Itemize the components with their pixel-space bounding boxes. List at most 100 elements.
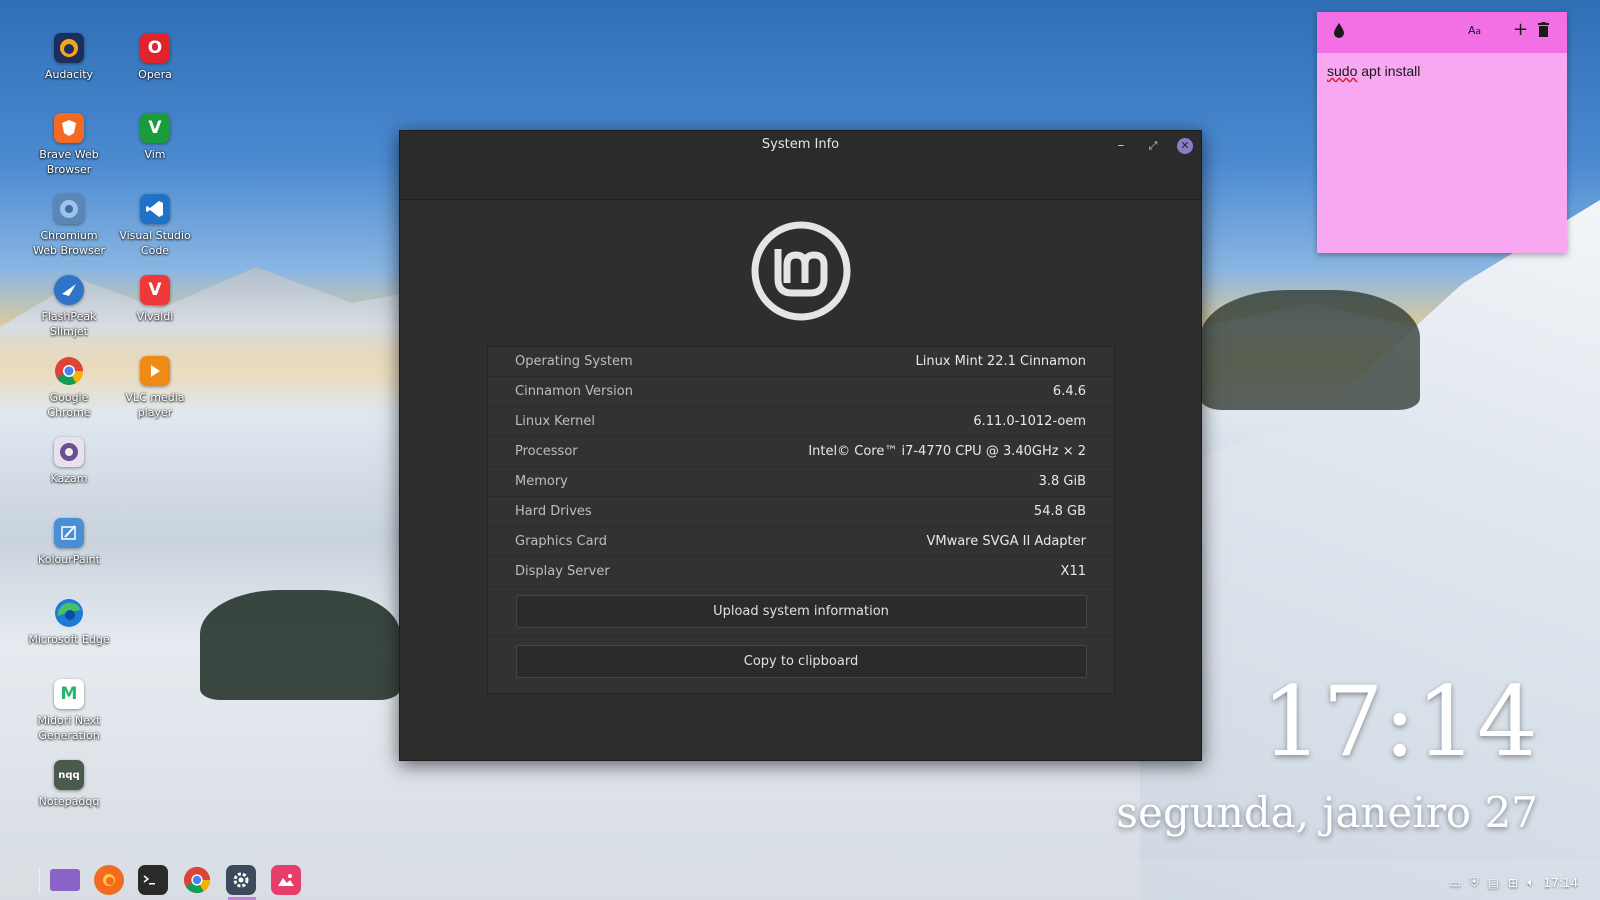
system-info-table: Operating System Linux Mint 22.1 Cinnamo… xyxy=(487,346,1115,694)
network-icon[interactable]: ⊞ xyxy=(1508,876,1518,890)
kazam-icon xyxy=(54,437,84,467)
desktop-icon-midori[interactable]: M Midori Next Generation xyxy=(27,679,111,743)
desktop-icon-label: Midori Next Generation xyxy=(37,714,101,742)
shield-icon[interactable]: ⛨ xyxy=(1470,875,1479,890)
desktop-icon-label: Notepadqq xyxy=(38,795,100,808)
misspelled-word: sudo xyxy=(1327,63,1358,79)
copy-row: Copy to clipboard xyxy=(488,637,1114,686)
info-value: 6.11.0-1012-oem xyxy=(973,414,1086,429)
desktop-icon-label: Audacity xyxy=(44,68,94,81)
taskbar-separator xyxy=(39,867,40,893)
files-icon[interactable] xyxy=(50,869,80,891)
window-titlebar[interactable]: System Info – ⤢ ✕ xyxy=(400,131,1201,200)
desktop-icon-label: Microsoft Edge xyxy=(28,633,110,646)
info-row-graphics-card: Graphics Card VMware SVGA II Adapter xyxy=(488,527,1114,557)
kolourpaint-icon xyxy=(54,518,84,548)
display-icon[interactable]: ▭ xyxy=(1449,876,1460,890)
desktop-icon-vim[interactable]: V Vim xyxy=(113,113,197,162)
info-key: Linux Kernel xyxy=(515,414,595,429)
maximize-button[interactable]: ⤢ xyxy=(1145,138,1161,154)
chrome-icon xyxy=(54,356,84,386)
chromium-icon xyxy=(54,194,84,224)
info-row-cinnamon-version: Cinnamon Version 6.4.6 xyxy=(488,377,1114,407)
desktop-icon-label: Opera xyxy=(138,68,172,81)
desktop-icon-label: FlashPeak Slimjet xyxy=(41,310,97,338)
desktop-icon-vivaldi[interactable]: V Vivaldi xyxy=(113,275,197,324)
desktop-icon-kazam[interactable]: Kazam xyxy=(27,437,111,486)
desktop-icon-label: Brave Web Browser xyxy=(39,148,99,176)
desktop-icon-vlc[interactable]: VLC media player xyxy=(113,356,197,420)
desktop-icon-opera[interactable]: O Opera xyxy=(113,33,197,82)
vscode-icon xyxy=(140,194,170,224)
sticky-note-toolbar: Aa + xyxy=(1317,12,1567,53)
sticky-note[interactable]: Aa + sudo apt install xyxy=(1317,12,1567,253)
info-value: Intel© Core™ i7-4770 CPU @ 3.40GHz × 2 xyxy=(808,444,1086,459)
desktop-icon-edge[interactable]: Microsoft Edge xyxy=(27,598,111,647)
settings-gear-icon[interactable] xyxy=(226,865,256,895)
chrome-taskbar-icon[interactable] xyxy=(182,865,212,895)
desktop-icon-brave[interactable]: Brave Web Browser xyxy=(27,113,111,177)
audacity-icon xyxy=(54,33,84,63)
info-value: 6.4.6 xyxy=(1052,384,1086,399)
system-info-window: System Info – ⤢ ✕ Operating System Linux… xyxy=(399,130,1202,761)
info-key: Processor xyxy=(515,444,578,459)
info-key: Cinnamon Version xyxy=(515,384,633,399)
image-viewer-icon[interactable] xyxy=(271,865,301,895)
desktop-icon-vscode[interactable]: Visual Studio Code xyxy=(113,194,197,258)
desktop-icon-label: Kazam xyxy=(50,472,88,485)
info-row-hard-drives: Hard Drives 54.8 GB xyxy=(488,497,1114,527)
upload-row: Upload system information xyxy=(488,587,1114,637)
vivaldi-icon: V xyxy=(140,275,170,305)
desktop-icon-chrome[interactable]: Google Chrome xyxy=(27,356,111,420)
desktop-icon-slimjet[interactable]: FlashPeak Slimjet xyxy=(27,275,111,339)
desktop-icon-label: KolourPaint xyxy=(38,553,100,566)
menu-button[interactable] xyxy=(3,866,31,894)
terminal-icon[interactable] xyxy=(138,865,168,895)
info-value: VMware SVGA II Adapter xyxy=(926,534,1086,549)
close-button[interactable]: ✕ xyxy=(1177,138,1193,154)
window-title: System Info xyxy=(761,137,840,152)
edge-icon xyxy=(54,598,84,628)
info-key: Display Server xyxy=(515,564,610,579)
firefox-icon[interactable] xyxy=(94,865,124,895)
minimize-button[interactable]: – xyxy=(1113,138,1129,154)
info-row-display-server: Display Server X11 xyxy=(488,557,1114,587)
info-row-linux-kernel: Linux Kernel 6.11.0-1012-oem xyxy=(488,407,1114,437)
wallpaper-trees xyxy=(1200,290,1420,410)
tray-clock[interactable]: 17:14 xyxy=(1543,876,1578,890)
desktop-icon-label: Google Chrome xyxy=(47,391,91,419)
desktop-icon-notepadqq[interactable]: nqq Notepadqq xyxy=(27,760,111,809)
trash-icon[interactable] xyxy=(1537,22,1550,41)
copy-to-clipboard-button[interactable]: Copy to clipboard xyxy=(515,645,1087,678)
text-format-icon[interactable]: Aa xyxy=(1468,24,1481,37)
info-key: Operating System xyxy=(515,354,633,369)
clock-time: 17:14 xyxy=(1261,666,1538,778)
notepadqq-icon: nqq xyxy=(54,760,84,790)
desktop-icon-chromium[interactable]: Chromium Web Browser xyxy=(27,194,111,258)
desktop-icon-label: Visual Studio Code xyxy=(119,229,191,257)
midori-icon: M xyxy=(54,679,84,709)
clock-date: segunda, janeiro 27 xyxy=(1116,788,1538,837)
desktop-icon-label: Chromium Web Browser xyxy=(32,229,106,257)
opera-icon: O xyxy=(140,33,170,63)
system-tray: ▭ ⛨ ▤ ⊞ 🔈︎ 17:14 xyxy=(1449,875,1578,890)
taskbar: ▭ ⛨ ▤ ⊞ 🔈︎ 17:14 xyxy=(0,860,1600,900)
desktop-icon-label: Vim xyxy=(144,148,166,161)
brave-icon xyxy=(54,113,84,143)
linux-mint-logo-icon xyxy=(751,221,851,321)
sticky-note-text[interactable]: sudo apt install xyxy=(1317,53,1567,89)
clipboard-icon[interactable]: ▤ xyxy=(1488,876,1499,890)
info-value: 54.8 GB xyxy=(1033,504,1086,519)
desktop-icon-kolourpaint[interactable]: KolourPaint xyxy=(27,518,111,567)
slimjet-icon xyxy=(54,275,84,305)
upload-system-info-button[interactable]: Upload system information xyxy=(515,595,1087,628)
color-drop-icon[interactable] xyxy=(1333,22,1345,42)
mint-menu-icon xyxy=(11,876,23,885)
desktop-icon-audacity[interactable]: Audacity xyxy=(27,33,111,82)
note-text-rest: apt install xyxy=(1357,63,1421,79)
info-row-memory: Memory 3.8 GiB xyxy=(488,467,1114,497)
vlc-icon xyxy=(140,356,170,386)
vim-icon: V xyxy=(140,113,170,143)
volume-icon[interactable]: 🔈︎ xyxy=(1527,875,1534,890)
add-note-icon[interactable]: + xyxy=(1513,19,1528,40)
